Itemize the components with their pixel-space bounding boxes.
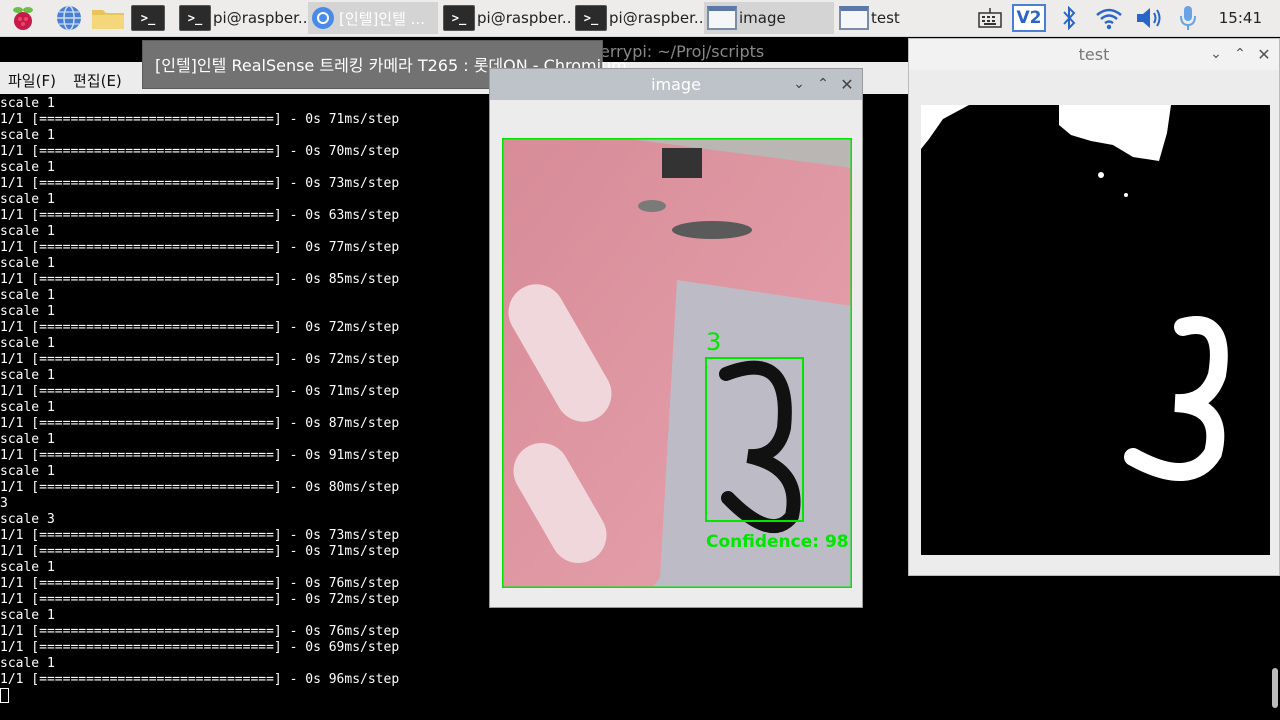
terminal-line: 1/1 [==============================] - 0… <box>0 624 400 639</box>
menu-file[interactable]: 파일(F) <box>8 70 56 91</box>
terminal-icon: >_ <box>443 5 475 31</box>
taskbar: >_ >_ pi@raspber... [인텔]인텔 ... >_ pi@ras… <box>0 0 1280 37</box>
raspberry-menu-icon[interactable] <box>6 4 40 32</box>
slot-hole-small <box>638 200 666 212</box>
image-window-title: image <box>651 75 701 94</box>
maximize-icon[interactable]: ⌃ <box>812 69 834 100</box>
terminal-scrollbar[interactable] <box>1272 668 1278 708</box>
close-icon[interactable]: ✕ <box>1253 39 1275 70</box>
taskbar-item-test[interactable]: test <box>836 2 966 34</box>
terminal-line: 1/1 [==============================] - 0… <box>0 640 400 655</box>
window-icon <box>707 6 737 30</box>
terminal-icon: >_ <box>179 5 211 31</box>
bluetooth-icon[interactable] <box>1056 4 1082 32</box>
minimize-icon[interactable]: ⌄ <box>1205 39 1227 70</box>
threshold-frame <box>921 105 1270 555</box>
vnc-icon[interactable]: V2 <box>1012 4 1046 32</box>
menu-edit[interactable]: 편집(E) <box>73 70 122 91</box>
volume-icon[interactable] <box>1132 4 1166 32</box>
minimize-icon[interactable]: ⌄ <box>788 69 810 100</box>
terminal-launcher-icon[interactable]: >_ <box>130 4 166 32</box>
test-window-title: test <box>1078 45 1110 64</box>
confidence-label: Confidence: 98 <box>706 532 849 552</box>
terminal-line: 1/1 [==============================] - 0… <box>0 672 400 687</box>
taskbar-item-terminal-2[interactable]: >_ pi@raspber... <box>440 2 570 34</box>
microphone-icon[interactable] <box>1174 4 1202 32</box>
chromium-icon <box>311 6 337 30</box>
terminal-cursor <box>0 688 9 703</box>
image-window-titlebar[interactable]: image ⌄ ⌃ ✕ <box>490 69 862 100</box>
file-manager-icon[interactable] <box>90 4 126 32</box>
web-browser-icon[interactable] <box>52 4 86 32</box>
detection-label: 3 <box>706 328 721 356</box>
close-icon[interactable]: ✕ <box>836 69 858 100</box>
terminal-prompt[interactable] <box>0 688 1270 704</box>
keyboard-icon[interactable] <box>976 4 1004 32</box>
wifi-icon[interactable] <box>1092 4 1126 32</box>
terminal-line: scale 1 <box>0 608 55 623</box>
test-window[interactable]: test ⌄ ⌃ ✕ <box>908 38 1280 576</box>
clock[interactable]: 15:41 <box>1219 9 1262 27</box>
terminal-line: scale 1 <box>0 656 55 671</box>
test-window-titlebar[interactable]: test ⌄ ⌃ ✕ <box>909 39 1279 70</box>
image-window[interactable]: image ⌄ ⌃ ✕ 3 Confidence: 98 <box>489 68 863 608</box>
taskbar-item-image[interactable]: image <box>704 2 834 34</box>
taskbar-item-chromium[interactable]: [인텔]인텔 ... <box>308 2 438 34</box>
terminal-icon: >_ <box>575 5 607 31</box>
maximize-icon[interactable]: ⌃ <box>1229 39 1251 70</box>
taskbar-item-terminal-3[interactable]: >_ pi@raspber... <box>572 2 702 34</box>
slot-hole <box>672 221 752 239</box>
taskbar-item-terminal-1[interactable]: >_ pi@raspber... <box>176 2 306 34</box>
camera-mount <box>662 148 702 178</box>
camera-frame: 3 Confidence: 98 <box>502 138 852 588</box>
window-icon <box>839 6 869 30</box>
